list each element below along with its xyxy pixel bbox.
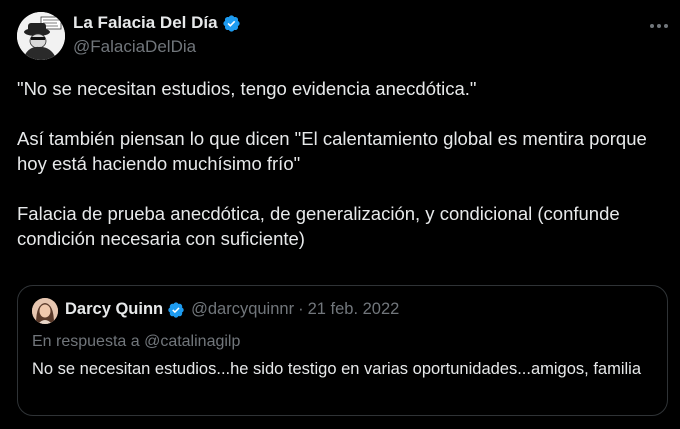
author-handle[interactable]: @FalaciaDelDia xyxy=(73,37,196,57)
verified-badge-icon xyxy=(222,14,241,33)
quote-author-handle[interactable]: @darcyquinnr xyxy=(191,300,294,319)
quote-reply-context: En respuesta a @catalinagilp xyxy=(32,333,241,350)
verified-badge-icon xyxy=(167,301,185,319)
tweet-paragraph: Falacia de prueba anecdótica, de general… xyxy=(17,203,620,249)
quote-separator: · xyxy=(298,300,304,318)
quote-author-avatar[interactable] xyxy=(32,298,58,324)
quote-date[interactable]: 21 feb. 2022 xyxy=(308,300,400,319)
tweet-text: "No se necesitan estudios, tengo evidenc… xyxy=(17,76,657,251)
author-avatar-illustration xyxy=(17,12,65,60)
more-options-icon[interactable] xyxy=(645,12,673,40)
author-avatar[interactable] xyxy=(17,12,65,60)
quote-author-name[interactable]: Darcy Quinn xyxy=(65,300,163,319)
author-name-text[interactable]: La Falacia Del Día xyxy=(73,13,218,33)
tweet-paragraph: "No se necesitan estudios, tengo evidenc… xyxy=(17,78,477,99)
quoted-tweet-card[interactable]: Darcy Quinn @darcyquinnr · 21 feb. 2022 … xyxy=(17,285,668,416)
quote-avatar-illustration xyxy=(32,298,58,324)
author-name[interactable]: La Falacia Del Día xyxy=(73,13,241,33)
tweet-paragraph: Así también piensan lo que dicen "El cal… xyxy=(17,128,647,174)
quote-header: Darcy Quinn @darcyquinnr · 21 feb. 2022 xyxy=(65,300,399,319)
quote-text: No se necesitan estudios...he sido testi… xyxy=(32,360,642,378)
